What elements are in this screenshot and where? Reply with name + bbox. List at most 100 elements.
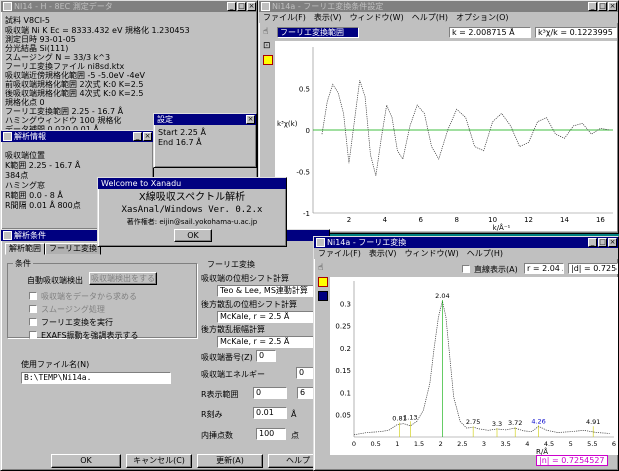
chart-background: [330, 277, 618, 455]
smoothing-checkbox[interactable]: [29, 305, 37, 313]
data-row: フーリエ変換ファイル ni8sd.ktx: [5, 62, 125, 71]
kspace-chart[interactable]: 0.5 0 -0.5 -1 2 4 6 8 10 12 14 16 k³χ(k) k/Å⁻¹: [275, 41, 617, 231]
x-tick-label: 5: [569, 440, 573, 448]
menubar: ファイル(F) 表示(V) ウィンドウ(W) ヘルプ(H): [314, 248, 618, 259]
cancel-button[interactable]: キャンセル(C): [126, 454, 192, 468]
data-row: 吸収端 Ni K Ec = 8333.432 eV 規格化 1.230453: [5, 26, 190, 35]
x-tick-label: 4: [525, 440, 529, 448]
minimize-icon[interactable]: _: [588, 2, 597, 11]
tab-range[interactable]: 解析範囲: [5, 243, 45, 255]
splash-dialog: Welcome to Xanadu X線吸収スペクトル解析 XasAnal/Wi…: [97, 177, 287, 247]
apply-button[interactable]: 更新(A): [197, 454, 263, 468]
maximize-icon[interactable]: □: [598, 238, 607, 247]
data-window-titlebar[interactable]: NI14 - H - 8EC 測定データ _ □ ×: [1, 1, 257, 12]
info-row: R範囲 0.0 - 8 Å: [5, 191, 63, 200]
minimize-icon[interactable]: _: [133, 132, 142, 141]
tool-column: ☝ ⊡: [261, 27, 275, 87]
menu-view[interactable]: 表示(V): [369, 248, 397, 259]
analysis-info-titlebar[interactable]: 解析情報 _ ×: [1, 131, 153, 142]
menu-help[interactable]: ヘルプ(H): [412, 12, 448, 23]
interp-label: 内挿点数: [201, 431, 233, 440]
peak-label: 1.13: [403, 413, 417, 421]
y-tick-label: -1: [303, 210, 310, 218]
mark-tool-icon[interactable]: [263, 55, 273, 65]
range-label-field[interactable]: フーリエ変換範囲: [277, 27, 359, 38]
peak-label: 3.3: [492, 420, 502, 428]
data-row: 後吸収端規格化範囲 4次式 K:0 K=2.5: [5, 89, 144, 98]
cursor-tool-icon[interactable]: ☝: [263, 27, 273, 37]
r-step-field[interactable]: 0.01: [253, 407, 287, 419]
edge-phase-label: 吸収端の位相シフト計算: [201, 274, 289, 283]
exafs-emphasis-checkbox[interactable]: [29, 331, 37, 339]
backscatter-amp-field[interactable]: McKale, r = 2.5 Å: [217, 336, 325, 348]
close-icon[interactable]: ×: [247, 2, 256, 11]
data-row: スムージング N = 33/3 k^3: [5, 53, 111, 62]
edge-energy-label: 吸収端エネルギー: [201, 370, 265, 379]
analysis-dialog-title: 解析条件: [14, 231, 46, 240]
menu-help[interactable]: ヘルプ(H): [467, 248, 503, 259]
close-icon[interactable]: ×: [608, 2, 617, 11]
zoom-tool-icon[interactable]: ⊡: [263, 41, 273, 51]
x-axis-label: k/Å⁻¹: [493, 223, 511, 231]
x-tick-label: 2: [439, 440, 443, 448]
menu-window[interactable]: ウィンドウ(W): [350, 12, 404, 23]
r-min-field[interactable]: 0: [253, 387, 287, 399]
close-icon[interactable]: ×: [143, 132, 152, 141]
y-tick-label: -0.5: [296, 169, 310, 177]
minimize-icon[interactable]: _: [588, 238, 597, 247]
auto-detect-button[interactable]: 吸収端検出をする: [89, 272, 157, 285]
ok-button[interactable]: OK: [51, 454, 121, 468]
y-tick-label: 0.2: [340, 345, 351, 353]
app-icon: [261, 2, 270, 11]
cursor-x-readout: k = 2.008715 Å: [449, 27, 531, 38]
fourier-settings-titlebar[interactable]: Ni14a - フーリエ変換条件設定 _ □ ×: [259, 1, 618, 12]
minimize-icon[interactable]: _: [227, 2, 236, 11]
menu-window[interactable]: ウィンドウ(W): [405, 248, 459, 259]
cursor-y-readout: k³χ/k = 0.1223995: [535, 27, 617, 38]
x-tick-label: 2.5: [457, 440, 467, 448]
r-readout: r = 2.04 Å: [524, 263, 564, 274]
data-row: フーリエ変換範囲 2.25 - 16.7 Å: [5, 107, 124, 116]
line-display-checkbox[interactable]: [462, 265, 470, 273]
app-icon: [3, 2, 12, 11]
backscatter-phase-field[interactable]: McKale, r = 2.5 Å: [217, 311, 325, 323]
mark-tool-icon[interactable]: [318, 277, 328, 287]
analysis-info-title: 解析情報: [14, 132, 46, 141]
edge-from-data-checkbox[interactable]: [29, 292, 37, 300]
close-icon[interactable]: ×: [246, 115, 255, 124]
maximize-icon[interactable]: □: [598, 2, 607, 11]
file-field[interactable]: B:\TEMP\Ni14a.: [21, 372, 171, 384]
line-display-label: 直線表示(A): [474, 265, 518, 274]
x-tick-label: 2: [347, 216, 351, 224]
splash-ok-button[interactable]: OK: [174, 229, 212, 242]
amp-readout: |d| = 0.7254527: [568, 263, 618, 274]
menu-option[interactable]: オプション(O): [456, 12, 509, 23]
edge-phase-field[interactable]: Teo & Lee, MS連動計算: [217, 285, 325, 297]
interp-unit: 点: [291, 431, 299, 440]
fourier-result-titlebar[interactable]: Ni14a - フーリエ変換 _ □ ×: [314, 237, 618, 248]
x-tick-label: 0.5: [370, 440, 380, 448]
x-tick-label: 3.5: [500, 440, 510, 448]
cursor-tool-icon[interactable]: ☝: [318, 263, 323, 273]
fourier-run-checkbox[interactable]: [29, 318, 37, 326]
edge-number-field[interactable]: 0: [256, 350, 276, 362]
save-icon[interactable]: [318, 291, 328, 301]
dialog-tabs: 解析範囲 フーリエ変換: [5, 243, 101, 255]
menu-file[interactable]: ファイル(F): [263, 12, 306, 23]
rspace-chart[interactable]: 0.3 0.25 0.2 0.15 0.1 0.05 0 0.5 1 1.5 2 2.5 3 3.5 4 4.…: [330, 277, 618, 455]
x-tick-label: 4.5: [544, 440, 554, 448]
settings-titlebar[interactable]: 設定 ×: [154, 114, 256, 125]
maximize-icon[interactable]: □: [237, 2, 246, 11]
close-icon[interactable]: ×: [608, 238, 617, 247]
x-tick-label: 3: [482, 440, 486, 448]
edge-from-data-label: 吸収端をデータから求める: [41, 292, 137, 301]
data-row: 分光結晶 Si(111): [5, 44, 69, 53]
splash-titlebar[interactable]: Welcome to Xanadu: [98, 178, 286, 189]
peak-label: 2.04: [435, 292, 449, 300]
interp-field[interactable]: 100: [256, 428, 286, 440]
menu-view[interactable]: 表示(V): [314, 12, 342, 23]
tab-fourier[interactable]: フーリエ変換: [45, 243, 101, 255]
data-row: 前吸収端規格化範囲 2次式 K:0 K=2.5: [5, 80, 144, 89]
app-icon: [316, 238, 325, 247]
menu-file[interactable]: ファイル(F): [318, 248, 361, 259]
